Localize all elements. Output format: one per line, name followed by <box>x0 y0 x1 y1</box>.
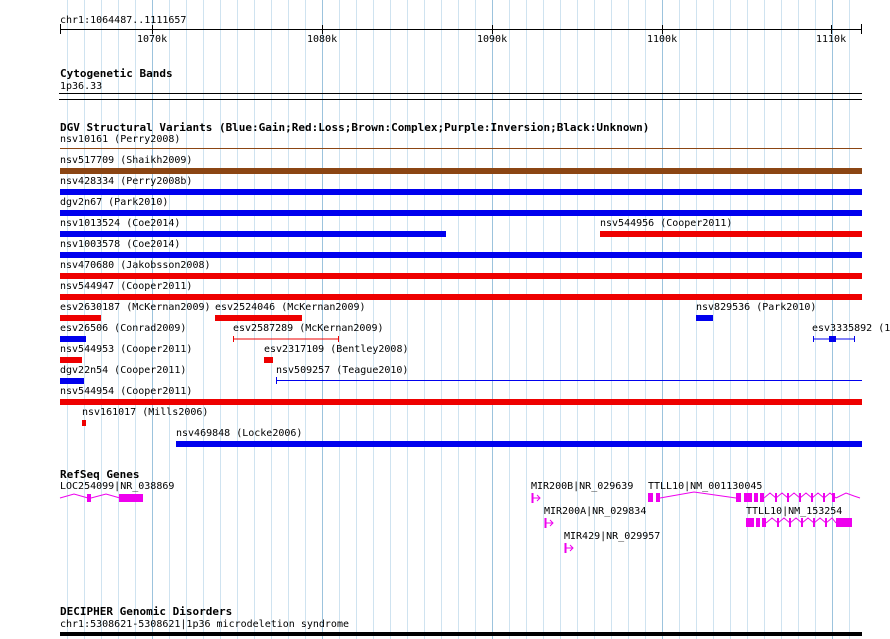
gene-model-mir429[interactable] <box>563 540 579 556</box>
cytoband-label[interactable]: 1p36.33 <box>60 81 102 93</box>
variant-bar-loss[interactable] <box>60 357 82 363</box>
variant-label[interactable]: nsv161017 (Mills2006) <box>82 407 208 419</box>
variant-label[interactable]: nsv517709 (Shaikh2009) <box>60 155 192 167</box>
variant-label[interactable]: nsv1013524 (Coe2014) <box>60 218 180 230</box>
variant-label[interactable]: esv2317109 (Bentley2008) <box>264 344 409 356</box>
variant-bar-complex[interactable] <box>60 148 862 149</box>
track-title-cytogenetic-bands[interactable]: Cytogenetic Bands <box>60 67 173 80</box>
track-title-dgv[interactable]: DGV Structural Variants (Blue:Gain;Red:L… <box>60 121 649 134</box>
variant-label[interactable]: dgv2n67 (Park2010) <box>60 197 168 209</box>
variant-label[interactable]: dgv22n54 (Cooper2011) <box>60 365 186 377</box>
variant-label[interactable]: nsv1003578 (Coe2014) <box>60 239 180 251</box>
variant-bar-gain-thin[interactable] <box>810 334 860 344</box>
variant-bar-loss-thin[interactable] <box>230 334 342 344</box>
variant-bar-loss[interactable] <box>60 294 862 300</box>
variant-label[interactable]: nsv428334 (Perry2008b) <box>60 176 192 188</box>
decipher-bar[interactable] <box>60 632 862 636</box>
gene-model-ttll10-short[interactable] <box>744 515 856 531</box>
variant-label[interactable]: nsv544947 (Cooper2011) <box>60 281 192 293</box>
decipher-entry-label[interactable]: chr1:5308621-5308621|1p36 microdeletion … <box>60 619 349 631</box>
gene-label[interactable]: MIR200B|NR_029639 <box>531 481 633 493</box>
variant-label[interactable]: nsv469848 (Locke2006) <box>176 428 302 440</box>
variant-bar-gain[interactable] <box>60 231 446 237</box>
variant-bar-gain[interactable] <box>176 441 862 447</box>
variant-bar-loss[interactable] <box>60 399 862 405</box>
variant-bar-gain[interactable] <box>696 315 713 321</box>
variant-label[interactable]: nsv544956 (Cooper2011) <box>600 218 732 230</box>
gene-model-ttll10-long[interactable] <box>646 490 862 506</box>
variant-bar-loss[interactable] <box>60 273 862 279</box>
cytoband-line-bottom <box>59 99 862 100</box>
variant-label[interactable]: esv2524046 (McKernan2009) <box>215 302 366 314</box>
variant-bar-gain[interactable] <box>60 252 862 258</box>
variant-bar-loss[interactable] <box>600 231 862 237</box>
track-title-decipher[interactable]: DECIPHER Genomic Disorders <box>60 605 232 618</box>
variant-label[interactable]: nsv544954 (Cooper2011) <box>60 386 192 398</box>
gene-model-loc254099[interactable] <box>58 490 148 506</box>
variant-label[interactable]: nsv470680 (Jakobsson2008) <box>60 260 211 272</box>
variant-bar-gain[interactable] <box>60 336 86 342</box>
variant-bar-gain[interactable] <box>60 378 84 384</box>
variant-label[interactable]: nsv10161 (Perry2008) <box>60 134 180 146</box>
variant-label[interactable]: esv2630187 (McKernan2009) <box>60 302 211 314</box>
gene-model-mir200b[interactable] <box>530 490 546 506</box>
variant-bar-loss[interactable] <box>82 420 86 426</box>
background-gridlines <box>67 0 850 639</box>
variant-label[interactable]: nsv544953 (Cooper2011) <box>60 344 192 356</box>
variant-bar-gain-thin[interactable] <box>274 376 864 386</box>
gene-label[interactable]: MIR200A|NR_029834 <box>544 506 646 518</box>
variant-bar-loss[interactable] <box>60 315 101 321</box>
ruler-ticks <box>60 24 862 34</box>
variant-bar-loss[interactable] <box>215 315 302 321</box>
variant-label[interactable]: nsv829536 (Park2010) <box>696 302 816 314</box>
gene-model-mir200a[interactable] <box>543 515 559 531</box>
variant-bar-gain[interactable] <box>60 210 862 216</box>
variant-bar-gain[interactable] <box>60 189 862 195</box>
variant-bar-complex[interactable] <box>60 168 862 174</box>
variant-label[interactable]: esv26506 (Conrad2009) <box>60 323 186 335</box>
variant-bar-loss[interactable] <box>264 357 273 363</box>
cytoband-line-top <box>59 93 862 94</box>
track-title-refseq-genes[interactable]: RefSeq Genes <box>60 468 139 481</box>
